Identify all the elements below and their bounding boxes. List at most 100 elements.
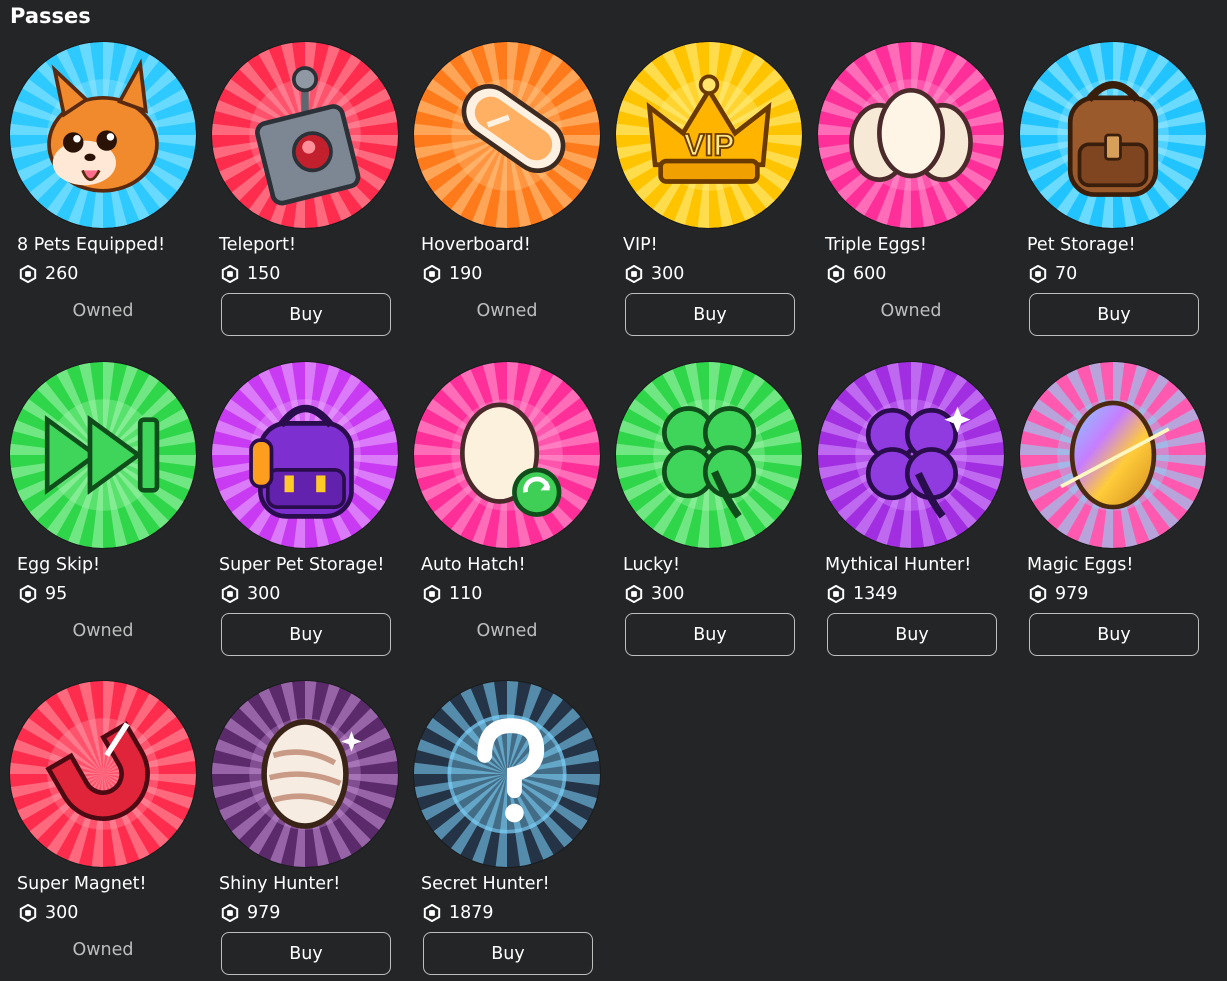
- pass-name[interactable]: Teleport!: [219, 235, 296, 255]
- price-value: 300: [651, 584, 685, 604]
- pass-card[interactable]: Egg Skip! 95 Owned: [10, 362, 200, 662]
- fast-forward-icon[interactable]: [10, 362, 196, 548]
- robux-icon: [1029, 585, 1047, 603]
- robux-icon: [625, 265, 643, 283]
- pass-price: 70: [1029, 263, 1077, 285]
- owned-label: Owned: [880, 301, 942, 321]
- pass-card[interactable]: Hoverboard! 190 Owned: [414, 42, 604, 342]
- pass-price: 190: [423, 263, 482, 285]
- robux-icon: [1029, 265, 1047, 283]
- owned-label: Owned: [476, 621, 538, 641]
- buy-button[interactable]: Buy: [1029, 293, 1199, 336]
- pass-card[interactable]: Lucky! 300 Buy: [616, 362, 806, 662]
- robux-icon: [221, 265, 239, 283]
- shiny-egg-icon[interactable]: [212, 681, 398, 867]
- price-value: 260: [45, 264, 79, 284]
- pass-card[interactable]: Teleport! 150 Buy: [212, 42, 402, 342]
- pass-price: 300: [19, 902, 78, 924]
- triple-eggs-icon[interactable]: [818, 42, 1004, 228]
- price-value: 979: [247, 903, 281, 923]
- price-value: 95: [45, 584, 68, 604]
- buy-button[interactable]: Buy: [221, 293, 391, 336]
- pass-card[interactable]: 8 Pets Equipped! 260 Owned: [10, 42, 200, 342]
- pass-price: 150: [221, 263, 280, 285]
- price-value: 300: [247, 584, 281, 604]
- rainbow-egg-icon[interactable]: [1020, 362, 1206, 548]
- pass-name[interactable]: Auto Hatch!: [421, 555, 526, 575]
- robux-icon: [423, 904, 441, 922]
- robux-icon: [19, 904, 37, 922]
- pass-price: 600: [827, 263, 886, 285]
- pass-price: 300: [221, 583, 280, 605]
- price-value: 150: [247, 264, 281, 284]
- pass-price: 979: [1029, 583, 1088, 605]
- buy-button[interactable]: Buy: [221, 932, 391, 975]
- corgi-pet-icon[interactable]: [10, 42, 196, 228]
- pass-card[interactable]: Triple Eggs! 600 Owned: [818, 42, 1008, 342]
- pass-card[interactable]: Super Magnet! 300 Owned: [10, 681, 200, 981]
- pass-card[interactable]: Super Pet Storage! 300 Buy: [212, 362, 402, 662]
- price-value: 70: [1055, 264, 1078, 284]
- buy-button[interactable]: Buy: [625, 293, 795, 336]
- buy-button[interactable]: Buy: [827, 613, 997, 656]
- pass-name[interactable]: Mythical Hunter!: [825, 555, 971, 575]
- vip-crown-icon[interactable]: VIP: [616, 42, 802, 228]
- pass-card[interactable]: Shiny Hunter! 979 Buy: [212, 681, 402, 981]
- price-value: 979: [1055, 584, 1089, 604]
- robux-icon: [625, 585, 643, 603]
- pass-price: 110: [423, 583, 482, 605]
- backpack-icon[interactable]: [1020, 42, 1206, 228]
- pass-name[interactable]: Super Magnet!: [17, 874, 147, 894]
- question-mark-icon[interactable]: [414, 681, 600, 867]
- pass-name[interactable]: Egg Skip!: [17, 555, 100, 575]
- passes-grid: 8 Pets Equipped! 260 Owned Teleport! 150 Buy…: [10, 42, 1220, 981]
- pass-name[interactable]: Pet Storage!: [1027, 235, 1136, 255]
- pass-card[interactable]: Pet Storage! 70 Buy: [1020, 42, 1210, 342]
- pass-price: 95: [19, 583, 67, 605]
- pass-card[interactable]: Mythical Hunter! 1349 Buy: [818, 362, 1008, 662]
- price-value: 600: [853, 264, 887, 284]
- buy-button[interactable]: Buy: [1029, 613, 1199, 656]
- robux-icon: [221, 904, 239, 922]
- pass-name[interactable]: 8 Pets Equipped!: [17, 235, 165, 255]
- pass-price: 300: [625, 583, 684, 605]
- owned-label: Owned: [72, 621, 134, 641]
- purple-backpack-icon[interactable]: [212, 362, 398, 548]
- pass-name[interactable]: Secret Hunter!: [421, 874, 550, 894]
- pass-price: 1879: [423, 902, 494, 924]
- buy-button[interactable]: Buy: [625, 613, 795, 656]
- clover-icon[interactable]: [616, 362, 802, 548]
- price-value: 300: [45, 903, 79, 923]
- pass-name[interactable]: Triple Eggs!: [825, 235, 927, 255]
- owned-label: Owned: [72, 940, 134, 960]
- pass-card[interactable]: VIP VIP! 300 Buy: [616, 42, 806, 342]
- price-value: 1349: [853, 584, 898, 604]
- auto-hatch-egg-icon[interactable]: [414, 362, 600, 548]
- pass-price: 979: [221, 902, 280, 924]
- pass-name[interactable]: VIP!: [623, 235, 658, 255]
- pass-card[interactable]: Secret Hunter! 1879 Buy: [414, 681, 604, 981]
- robux-icon: [827, 265, 845, 283]
- buy-button[interactable]: Buy: [221, 613, 391, 656]
- price-value: 300: [651, 264, 685, 284]
- robux-icon: [19, 585, 37, 603]
- section-title: Passes: [10, 4, 91, 28]
- pass-name[interactable]: Magic Eggs!: [1027, 555, 1133, 575]
- pass-name[interactable]: Super Pet Storage!: [219, 555, 384, 575]
- price-value: 110: [449, 584, 483, 604]
- pass-name[interactable]: Hoverboard!: [421, 235, 531, 255]
- hoverboard-icon[interactable]: [414, 42, 600, 228]
- robux-icon: [19, 265, 37, 283]
- purple-clover-icon[interactable]: [818, 362, 1004, 548]
- teleport-remote-icon[interactable]: [212, 42, 398, 228]
- owned-label: Owned: [476, 301, 538, 321]
- pass-card[interactable]: Auto Hatch! 110 Owned: [414, 362, 604, 662]
- robux-icon: [221, 585, 239, 603]
- pass-name[interactable]: Shiny Hunter!: [219, 874, 340, 894]
- buy-button[interactable]: Buy: [423, 932, 593, 975]
- pass-card[interactable]: Magic Eggs! 979 Buy: [1020, 362, 1210, 662]
- pass-name[interactable]: Lucky!: [623, 555, 680, 575]
- magnet-icon[interactable]: [10, 681, 196, 867]
- price-value: 190: [449, 264, 483, 284]
- owned-label: Owned: [72, 301, 134, 321]
